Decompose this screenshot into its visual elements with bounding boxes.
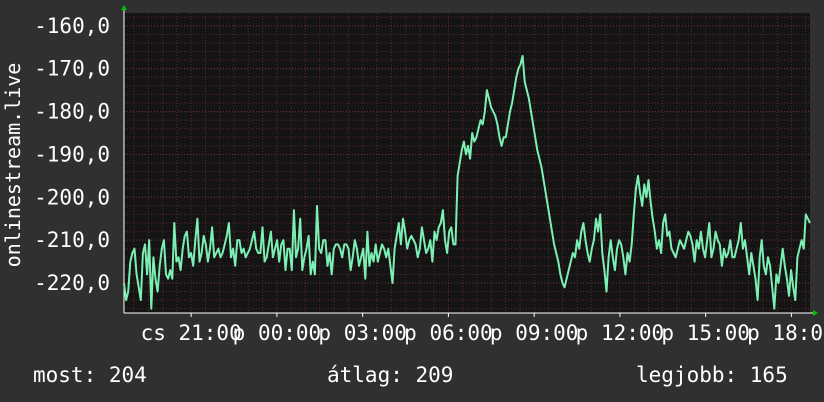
x-tick-label: p 12:00 (576, 321, 665, 345)
x-tick-label: p 09:00 (490, 321, 579, 345)
y-tick-label: -220,0 (34, 271, 110, 295)
x-ticks: cs 21:00p 00:00p 03:00p 06:00p 09:00p 12… (141, 313, 824, 345)
x-axis-arrow (813, 310, 818, 316)
y-axis-arrow (121, 5, 127, 10)
y-tick-label: -160,0 (34, 14, 110, 38)
x-tick-label: p 00:00 (233, 321, 322, 345)
x-tick-label: p 03:00 (318, 321, 407, 345)
y-tick-label: -190,0 (34, 142, 110, 166)
y-tick-label: -180,0 (34, 100, 110, 124)
y-axis-label: onlinestream.live (1, 63, 25, 268)
stat-best: legjobb: 165 (636, 363, 788, 387)
stat-current: most: 204 (33, 363, 147, 387)
y-tick-label: -210,0 (34, 228, 110, 252)
x-tick-label: cs 21:00 (141, 321, 242, 345)
x-tick-label: p 15:00 (661, 321, 750, 345)
chart: -160,0 -170,0 -180,0 -190,0 -200,0 -210,0 -220… (1, 5, 824, 345)
x-tick-label: p 18:00 (747, 321, 824, 345)
y-tick-label: -170,0 (34, 57, 110, 81)
stat-average: átlag: 209 (327, 363, 454, 387)
y-tick-label: -200,0 (34, 185, 110, 209)
x-tick-label: p 06:00 (404, 321, 493, 345)
y-ticks: -160,0 -170,0 -180,0 -190,0 -200,0 -210,0 -220… (34, 14, 110, 295)
